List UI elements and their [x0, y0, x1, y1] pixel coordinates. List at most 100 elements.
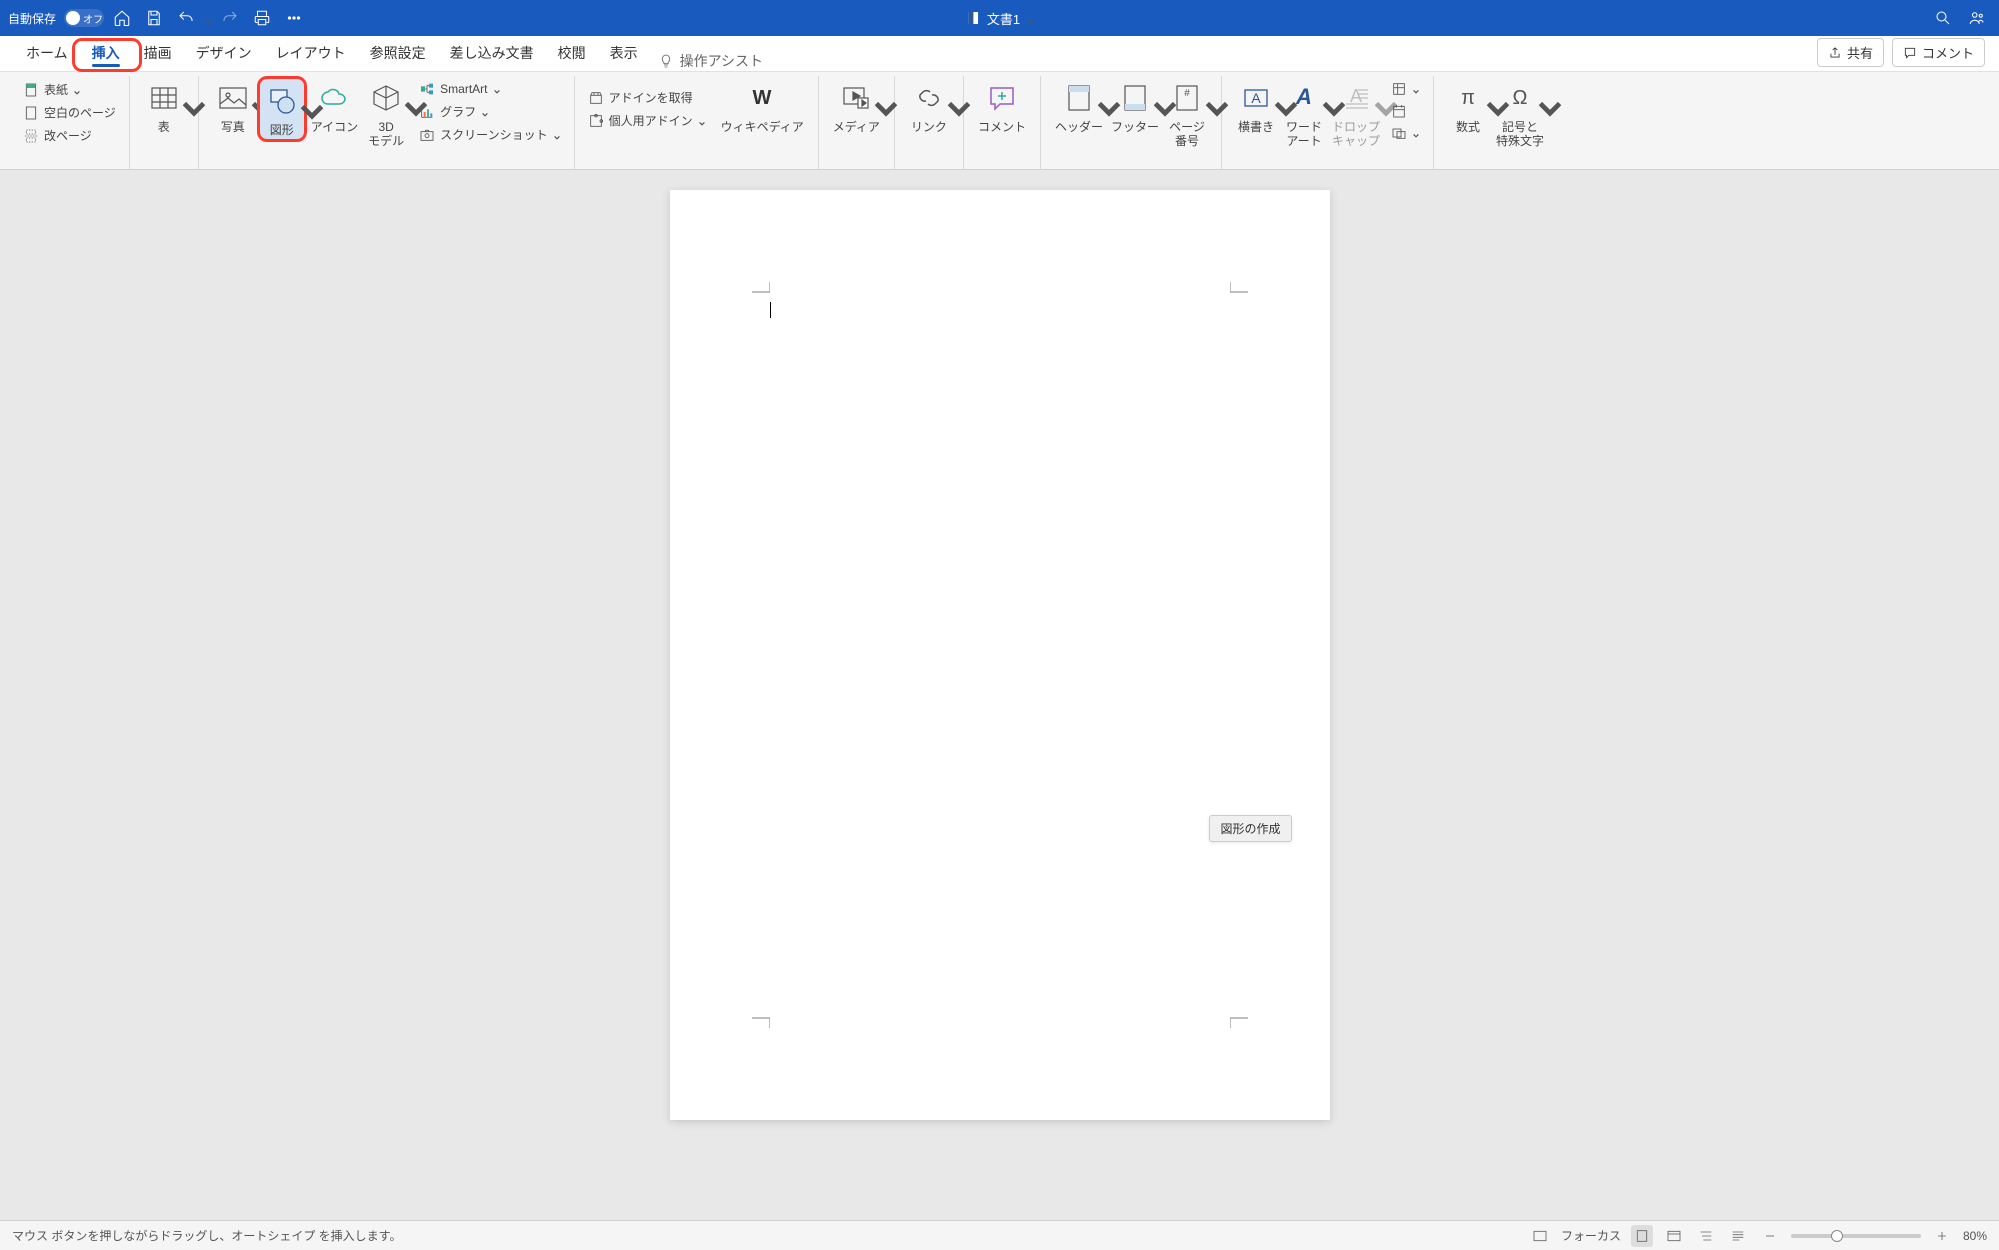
- print-layout-view[interactable]: [1631, 1225, 1653, 1247]
- print-icon[interactable]: [248, 4, 276, 32]
- smartart-button[interactable]: SmartArt: [416, 80, 563, 98]
- chevron-down-icon: [296, 97, 304, 105]
- page[interactable]: 図形の作成: [670, 190, 1330, 1120]
- svg-text:W: W: [753, 87, 772, 109]
- footer-icon: [1119, 82, 1151, 114]
- new-comment-button[interactable]: コメント: [974, 76, 1030, 136]
- shapes-button[interactable]: 図形: [257, 76, 307, 142]
- link-button[interactable]: リンク: [905, 76, 953, 136]
- table-button[interactable]: 表: [140, 76, 188, 136]
- focus-mode-button[interactable]: [1529, 1225, 1551, 1247]
- blank-page-button[interactable]: 空白のページ: [20, 103, 119, 122]
- picture-button[interactable]: 写真: [209, 76, 257, 136]
- media-button[interactable]: メディア: [829, 76, 884, 136]
- link-icon: [913, 82, 945, 114]
- undo-dropdown[interactable]: [204, 14, 212, 22]
- dropcap-icon: A: [1340, 82, 1372, 114]
- zoom-slider[interactable]: [1791, 1234, 1921, 1238]
- icons-button[interactable]: アイコン: [307, 76, 362, 136]
- tab-layout[interactable]: レイアウト: [264, 35, 358, 71]
- tab-design[interactable]: デザイン: [184, 35, 264, 71]
- blank-page-icon: [23, 105, 39, 121]
- document-icon: [965, 10, 981, 26]
- outline-view[interactable]: [1695, 1225, 1717, 1247]
- titlebar-right: [1929, 4, 1991, 32]
- zoom-thumb[interactable]: [1831, 1230, 1843, 1242]
- tab-insert[interactable]: 挿入: [80, 35, 132, 71]
- chevron-down-icon: [400, 94, 408, 102]
- cube-icon: [370, 82, 402, 114]
- margin-mark: [752, 282, 770, 300]
- zoom-level[interactable]: 80%: [1963, 1229, 1987, 1243]
- web-layout-view[interactable]: [1663, 1225, 1685, 1247]
- titlebar-center: 文書1: [965, 9, 1034, 28]
- toggle-knob: [66, 11, 80, 25]
- svg-text:A: A: [1295, 84, 1312, 109]
- dropcap-button[interactable]: A ドロップ キャップ: [1328, 76, 1384, 151]
- zoom-in-button[interactable]: [1931, 1225, 1953, 1247]
- tell-me[interactable]: 操作アシスト: [658, 51, 763, 71]
- autosave-label: 自動保存: [8, 10, 56, 27]
- undo-icon[interactable]: [172, 4, 200, 32]
- title-dropdown[interactable]: [1026, 14, 1034, 22]
- focus-label[interactable]: フォーカス: [1561, 1227, 1621, 1244]
- chevron-down-icon: [1412, 129, 1420, 137]
- tab-mailings[interactable]: 差し込み文書: [438, 35, 546, 71]
- group-link: リンク: [895, 76, 964, 169]
- share-icon: [1828, 46, 1842, 60]
- more-icon[interactable]: [280, 4, 308, 32]
- comment-icon: [1903, 46, 1917, 60]
- get-addins-button[interactable]: アドインを取得: [585, 88, 709, 107]
- document-canvas[interactable]: 図形の作成: [0, 170, 1999, 1220]
- shape-tooltip: 図形の作成: [1209, 815, 1291, 842]
- margin-mark: [752, 1010, 770, 1028]
- object-button[interactable]: [1388, 124, 1423, 142]
- svg-text:#: #: [1184, 88, 1190, 99]
- comment-button[interactable]: コメント: [1892, 38, 1985, 67]
- chevron-down-icon: [481, 108, 489, 116]
- wikipedia-button[interactable]: W ウィキペディア: [717, 76, 808, 136]
- wordart-button[interactable]: A ワード アート: [1280, 76, 1328, 151]
- chevron-down-icon: [553, 131, 561, 139]
- tab-review[interactable]: 校閲: [546, 35, 598, 71]
- share-button[interactable]: 共有: [1817, 38, 1884, 67]
- textbox-button[interactable]: A 横書き: [1232, 76, 1280, 136]
- zoom-out-button[interactable]: [1759, 1225, 1781, 1247]
- autosave-toggle[interactable]: オフ: [64, 9, 104, 27]
- search-icon[interactable]: [1929, 4, 1957, 32]
- shapes-icon: [266, 85, 298, 117]
- symbol-icon: Ω: [1504, 82, 1536, 114]
- tab-references[interactable]: 参照設定: [358, 35, 438, 71]
- group-addins: アドインを取得 個人用アドイン W ウィキペディア: [575, 76, 819, 169]
- tab-home[interactable]: ホーム: [14, 35, 80, 71]
- svg-text:A: A: [1251, 90, 1261, 106]
- account-icon[interactable]: [1963, 4, 1991, 32]
- symbol-button[interactable]: Ω 記号と 特殊文字: [1492, 76, 1548, 151]
- screenshot-icon: [419, 127, 435, 143]
- home-icon[interactable]: [108, 4, 136, 32]
- header-icon: [1063, 82, 1095, 114]
- tab-view[interactable]: 表示: [598, 35, 650, 71]
- equation-button[interactable]: π 数式: [1444, 76, 1492, 136]
- table-icon: [148, 82, 180, 114]
- tab-draw[interactable]: 描画: [132, 35, 184, 71]
- chevron-down-icon: [247, 94, 255, 102]
- page-number-button[interactable]: # ページ 番号: [1163, 76, 1211, 151]
- draft-view[interactable]: [1727, 1225, 1749, 1247]
- footer-button[interactable]: フッター: [1107, 76, 1163, 136]
- redo-icon[interactable]: [216, 4, 244, 32]
- wordart-icon: A: [1288, 82, 1320, 114]
- 3d-models-button[interactable]: 3D モデル: [362, 76, 410, 151]
- header-button[interactable]: ヘッダー: [1051, 76, 1107, 136]
- save-icon[interactable]: [140, 4, 168, 32]
- picture-icon: [217, 82, 249, 114]
- comment-icon: [986, 82, 1018, 114]
- chart-button[interactable]: グラフ: [416, 102, 563, 121]
- my-addins-button[interactable]: 個人用アドイン: [585, 111, 709, 130]
- chevron-down-icon: [943, 94, 951, 102]
- page-break-button[interactable]: 改ページ: [20, 126, 119, 145]
- chevron-down-icon: [1093, 94, 1101, 102]
- cover-page-button[interactable]: 表紙: [20, 80, 119, 99]
- chevron-down-icon: [1370, 94, 1378, 102]
- screenshot-button[interactable]: スクリーンショット: [416, 125, 563, 144]
